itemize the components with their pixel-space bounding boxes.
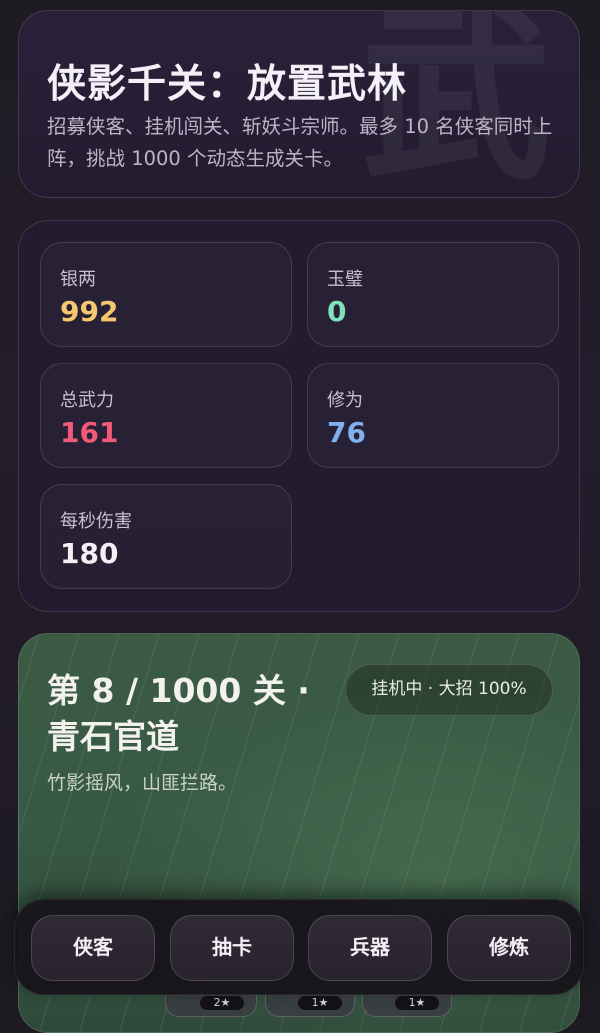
stat-value: 0 [327, 295, 347, 328]
hero-star-badge: 1★ [395, 996, 439, 1010]
stat-dps: 每秒伤害 180 [40, 484, 292, 589]
stat-silver: 银两 992 [40, 242, 292, 347]
nav-heroes-button[interactable]: 侠客 [31, 915, 155, 981]
stats-panel: 银两 992 玉璧 0 总武力 161 修为 76 每秒伤害 180 [18, 220, 580, 612]
stat-label: 玉璧 [327, 269, 363, 290]
stat-total-power: 总武力 161 [40, 363, 292, 468]
stat-value: 76 [327, 416, 366, 449]
stage-title: 第 8 / 1000 关 · 青石官道 [47, 671, 310, 756]
stat-label: 总武力 [60, 390, 114, 411]
game-title: 侠影千关：放置武林 [47, 62, 408, 107]
stat-label: 每秒伤害 [60, 511, 132, 532]
header-card: 武 侠影千关：放置武林 招募侠客、挂机闯关、斩妖斗宗师。最多 10 名侠客同时上… [18, 10, 580, 198]
stat-label: 银两 [60, 269, 96, 290]
stat-value: 180 [60, 537, 119, 570]
stat-cultivation: 修为 76 [307, 363, 559, 468]
stat-label: 修为 [327, 390, 363, 411]
stat-value: 992 [60, 295, 119, 328]
hero-star-badge: 2★ [200, 996, 244, 1010]
nav-gacha-button[interactable]: 抽卡 [170, 915, 294, 981]
stat-value: 161 [60, 416, 119, 449]
bottom-nav: 侠客 抽卡 兵器 修炼 [14, 899, 584, 995]
nav-training-button[interactable]: 修炼 [447, 915, 571, 981]
stage-description: 竹影摇风，山匪拦路。 [47, 772, 238, 794]
nav-weapons-button[interactable]: 兵器 [308, 915, 432, 981]
stat-jade: 玉璧 0 [307, 242, 559, 347]
game-subtitle: 招募侠客、挂机闯关、斩妖斗宗师。最多 10 名侠客同时上阵，挑战 1000 个动… [47, 115, 553, 170]
hero-star-badge: 1★ [298, 996, 342, 1010]
idle-status-badge: 挂机中 · 大招 100% [345, 664, 553, 716]
